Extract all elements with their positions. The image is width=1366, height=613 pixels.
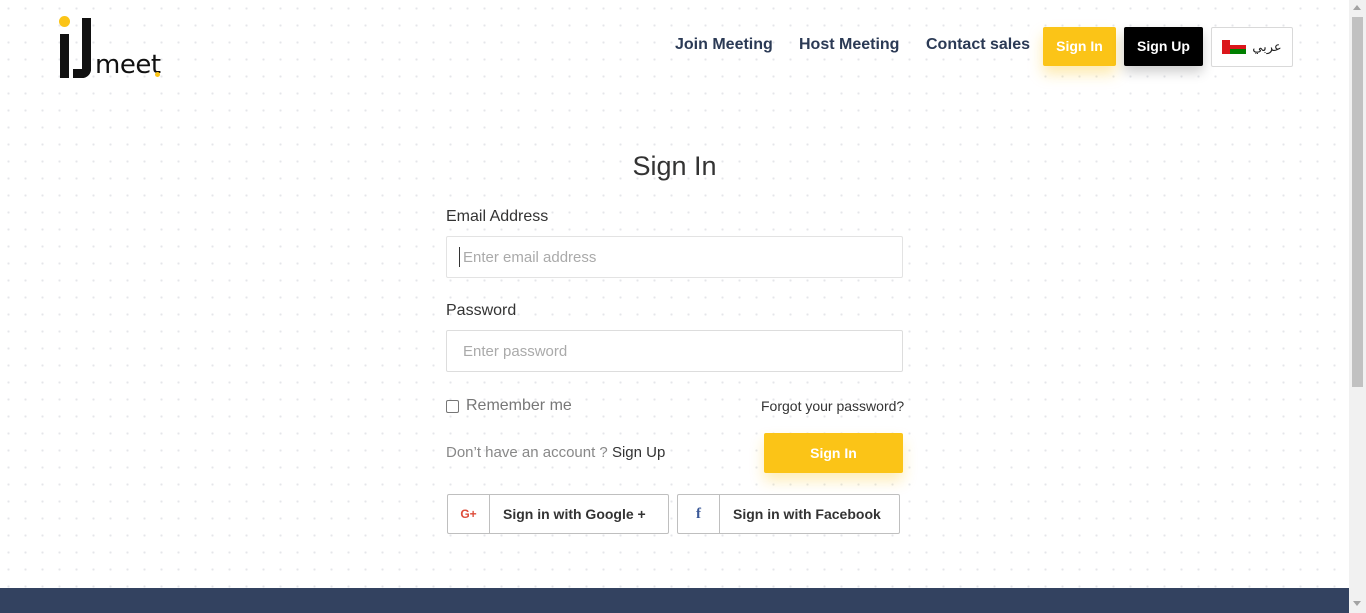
scroll-up-icon[interactable] <box>1353 5 1361 10</box>
password-label: Password <box>446 302 517 319</box>
forgot-password-link[interactable]: Forgot your password? <box>761 398 904 414</box>
scrollbar[interactable] <box>1349 0 1366 613</box>
remember-me[interactable]: Remember me <box>446 397 572 415</box>
email-input[interactable] <box>446 236 903 278</box>
oman-flag-icon <box>1222 40 1247 54</box>
logo-j-icon <box>73 18 91 78</box>
footer <box>0 588 1349 613</box>
facebook-sign-in-label: Sign in with Facebook <box>733 506 881 522</box>
logo-period-icon <box>155 72 160 77</box>
sign-in-button[interactable]: Sign In <box>764 433 903 473</box>
language-label: عربي <box>1252 39 1282 54</box>
logo-text: meet <box>95 50 161 80</box>
password-input[interactable] <box>446 330 903 372</box>
header: meet Join Meeting Host Meeting Contact s… <box>0 0 1349 100</box>
page-title: Sign In <box>632 151 717 181</box>
header-sign-in-button[interactable]: Sign In <box>1043 27 1116 66</box>
email-label: Email Address <box>446 208 549 225</box>
google-sign-in-button[interactable]: G+ Sign in with Google + <box>447 494 669 534</box>
logo-bar-icon <box>60 34 69 78</box>
nav-host-meeting[interactable]: Host Meeting <box>799 36 899 54</box>
nav-join-meeting[interactable]: Join Meeting <box>675 36 773 54</box>
google-sign-in-label: Sign in with Google + <box>503 506 646 522</box>
logo-dot-icon <box>59 16 70 27</box>
scroll-thumb[interactable] <box>1352 17 1363 387</box>
facebook-icon: f <box>678 495 720 533</box>
sign-up-link[interactable]: Sign Up <box>612 444 665 461</box>
nav-contact-sales[interactable]: Contact sales <box>926 36 1030 54</box>
google-plus-icon: G+ <box>448 495 490 533</box>
scroll-down-icon[interactable] <box>1353 601 1361 606</box>
header-sign-up-button[interactable]: Sign Up <box>1124 27 1203 66</box>
remember-me-checkbox[interactable] <box>446 399 459 413</box>
text-caret <box>459 247 460 267</box>
facebook-sign-in-button[interactable]: f Sign in with Facebook <box>677 494 900 534</box>
logo[interactable]: meet <box>58 16 168 82</box>
no-account-prompt: Don’t have an account ? <box>446 444 608 461</box>
no-account-text: Don’t have an account ? Sign Up <box>446 444 665 461</box>
remember-me-label: Remember me <box>466 397 572 414</box>
language-switch-button[interactable]: عربي <box>1211 27 1293 67</box>
